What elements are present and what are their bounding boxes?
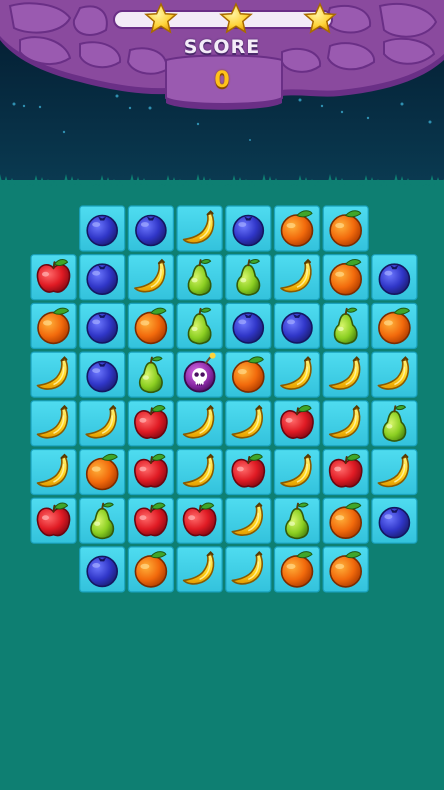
blueberry-icon bbox=[86, 360, 118, 393]
tile bbox=[273, 351, 321, 398]
board-cell[interactable] bbox=[30, 448, 77, 496]
board-cell[interactable] bbox=[79, 400, 126, 447]
board-cell[interactable] bbox=[273, 254, 321, 301]
blueberry-icon bbox=[86, 263, 118, 295]
tile bbox=[79, 400, 126, 447]
board-cell[interactable] bbox=[30, 497, 77, 544]
board-cell[interactable] bbox=[79, 254, 126, 301]
board-cell[interactable] bbox=[176, 302, 223, 349]
board-cell[interactable] bbox=[322, 546, 369, 593]
board-cell[interactable] bbox=[273, 205, 321, 252]
board-cell[interactable] bbox=[176, 497, 223, 544]
blueberry-icon bbox=[135, 214, 167, 247]
board-cell[interactable] bbox=[273, 448, 321, 496]
board-cell[interactable] bbox=[176, 400, 223, 447]
board-cell[interactable] bbox=[79, 448, 126, 496]
board-cell[interactable] bbox=[30, 254, 77, 301]
board-cell[interactable] bbox=[79, 302, 126, 349]
board-cell[interactable] bbox=[127, 400, 174, 447]
tile bbox=[371, 448, 418, 496]
board-cell[interactable] bbox=[322, 400, 369, 447]
board-cell[interactable] bbox=[127, 497, 174, 544]
board-cell[interactable] bbox=[176, 351, 223, 398]
board-cell[interactable] bbox=[225, 497, 272, 544]
board-cell[interactable] bbox=[30, 351, 77, 398]
blueberry-icon bbox=[378, 506, 411, 539]
blueberry-icon bbox=[232, 312, 265, 344]
score-value: 0 bbox=[214, 68, 230, 93]
tile bbox=[225, 497, 272, 544]
tile bbox=[322, 351, 369, 398]
tile bbox=[176, 400, 223, 447]
game-scene bbox=[0, 0, 444, 790]
score-label: SCORE bbox=[183, 36, 261, 58]
board-cell[interactable] bbox=[371, 400, 418, 447]
board-cell[interactable] bbox=[273, 546, 321, 593]
board-cell[interactable] bbox=[176, 448, 223, 496]
board-cell[interactable] bbox=[322, 205, 369, 252]
tile bbox=[322, 400, 369, 447]
board-cell[interactable] bbox=[273, 497, 321, 544]
board-cell[interactable] bbox=[225, 302, 272, 349]
board-cell[interactable] bbox=[322, 448, 369, 496]
tile bbox=[273, 448, 321, 496]
tile bbox=[30, 448, 77, 496]
board-cell[interactable] bbox=[225, 448, 272, 496]
tile bbox=[225, 400, 272, 447]
board-cell[interactable] bbox=[176, 205, 223, 252]
board-cell[interactable] bbox=[225, 351, 272, 398]
board-cell[interactable] bbox=[79, 205, 126, 252]
board-cell[interactable] bbox=[371, 497, 418, 544]
tile bbox=[176, 448, 223, 496]
board-cell[interactable] bbox=[127, 351, 174, 398]
board-cell[interactable] bbox=[371, 302, 418, 349]
blueberry-icon bbox=[232, 214, 265, 247]
tile bbox=[371, 351, 418, 398]
board-cell[interactable] bbox=[127, 254, 174, 301]
blueberry-icon bbox=[281, 312, 313, 344]
board-cell[interactable] bbox=[127, 302, 174, 349]
board-cell[interactable] bbox=[273, 302, 321, 349]
blueberry-icon bbox=[378, 263, 411, 295]
board-cell[interactable] bbox=[225, 400, 272, 447]
board-cell[interactable] bbox=[79, 497, 126, 544]
board-cell[interactable] bbox=[322, 497, 369, 544]
board-cell[interactable] bbox=[30, 400, 77, 447]
board-cell[interactable] bbox=[225, 205, 272, 252]
board-cell[interactable] bbox=[79, 351, 126, 398]
tile bbox=[127, 254, 174, 301]
board-cell[interactable] bbox=[176, 546, 223, 593]
tile bbox=[176, 546, 223, 593]
board-cell[interactable] bbox=[225, 254, 272, 301]
board-cell[interactable] bbox=[127, 448, 174, 496]
board-cell[interactable] bbox=[371, 448, 418, 496]
board-cell[interactable] bbox=[127, 546, 174, 593]
tile bbox=[273, 254, 321, 301]
tile bbox=[225, 546, 272, 593]
board-cell[interactable] bbox=[273, 400, 321, 447]
board-cell[interactable] bbox=[30, 302, 77, 349]
blueberry-icon bbox=[86, 214, 118, 247]
board-cell[interactable] bbox=[322, 302, 369, 349]
board-cell[interactable] bbox=[176, 254, 223, 301]
board-cell[interactable] bbox=[371, 254, 418, 301]
tile bbox=[30, 351, 77, 398]
board-cell[interactable] bbox=[225, 546, 272, 593]
tile bbox=[30, 400, 77, 447]
tile bbox=[176, 205, 223, 252]
board-cell[interactable] bbox=[79, 546, 126, 593]
blueberry-icon bbox=[86, 555, 118, 588]
board-cell[interactable] bbox=[322, 351, 369, 398]
board-cell[interactable] bbox=[127, 205, 174, 252]
board-cell[interactable] bbox=[273, 351, 321, 398]
board-cell[interactable] bbox=[322, 254, 369, 301]
board-cell[interactable] bbox=[371, 351, 418, 398]
blueberry-icon bbox=[86, 312, 118, 344]
